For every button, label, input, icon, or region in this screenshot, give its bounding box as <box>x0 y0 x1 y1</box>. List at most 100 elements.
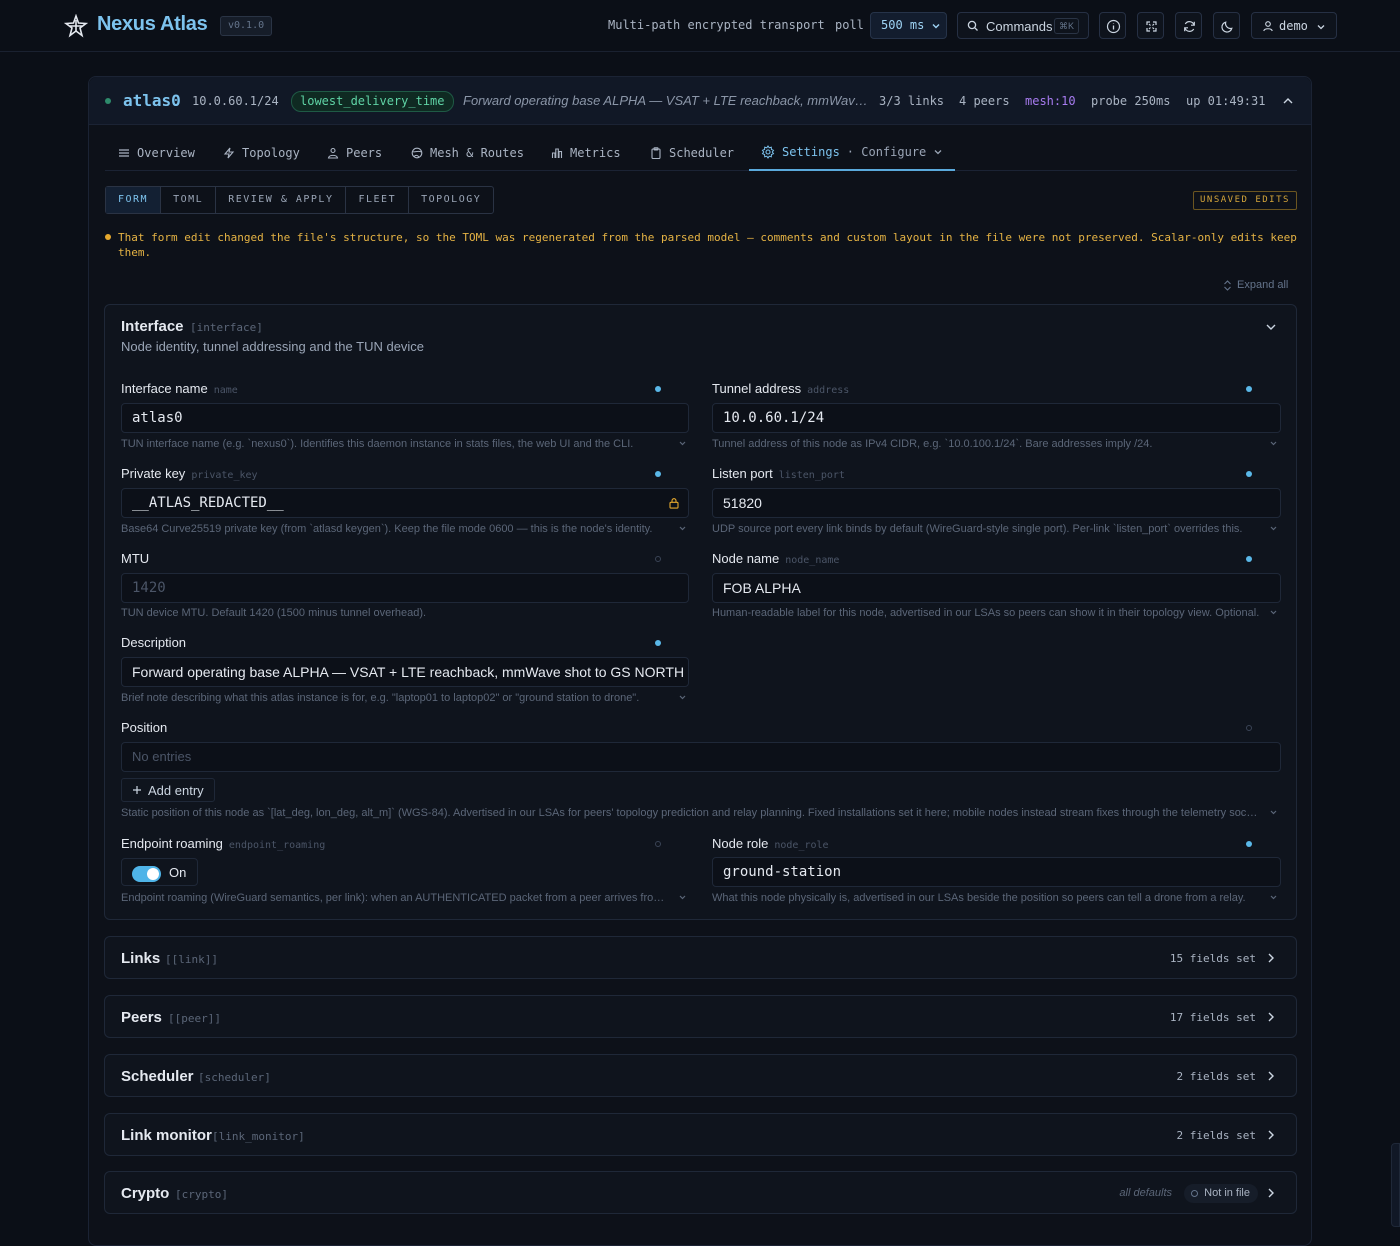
poll-interval-select[interactable]: 500 ms <box>870 12 947 39</box>
endpoint-roaming-toggle[interactable]: On <box>121 858 198 886</box>
peers-section[interactable]: Peers [[peer]] 17 fields set <box>104 995 1297 1038</box>
private-key-input[interactable]: __ATLAS_REDACTED__ <box>121 488 689 518</box>
info-button[interactable] <box>1099 12 1126 39</box>
chevron-down-icon[interactable] <box>1269 893 1278 902</box>
poll-label: poll <box>835 18 864 32</box>
instance-header[interactable]: atlas0 10.0.60.1/24 lowest_delivery_time… <box>89 77 1311 125</box>
add-entry-label: Add entry <box>148 782 204 798</box>
description-help: Brief note describing what this atlas in… <box>121 692 640 704</box>
not-in-file-badge: Not in file <box>1184 1184 1258 1203</box>
field-set-indicator <box>1246 471 1252 477</box>
tab-settings[interactable]: Settings · Configure <box>749 135 956 171</box>
interface-name-input[interactable]: atlas0 <box>121 403 689 433</box>
tunnel-address-input[interactable]: 10.0.60.1/24 <box>712 403 1281 433</box>
toggle-knob <box>147 868 159 880</box>
crypto-section[interactable]: Crypto [crypto] all defaults Not in file <box>104 1171 1297 1214</box>
poll-interval-value: 500 ms <box>881 18 925 32</box>
node-name-help: Human-readable label for this node, adve… <box>712 607 1260 619</box>
fullscreen-button[interactable] <box>1137 12 1164 39</box>
chevron-down-icon <box>933 147 943 157</box>
field-unset-indicator <box>655 556 661 562</box>
subtab-form[interactable]: FORM <box>106 187 162 213</box>
globe-icon <box>411 147 423 159</box>
tab-scheduler[interactable]: Scheduler <box>650 135 734 171</box>
version-badge: v0.1.0 <box>220 16 273 36</box>
node-role-input[interactable]: ground-station <box>712 857 1281 887</box>
private-key-label: Private key private_key <box>121 466 258 481</box>
position-entries: No entries <box>121 742 1281 772</box>
commands-label: Commands <box>986 19 1053 34</box>
expand-all-label: Expand all <box>1237 279 1289 291</box>
tab-label: Metrics <box>570 146 621 160</box>
chevron-down-icon <box>1316 22 1326 32</box>
section-title: Interface <box>121 318 184 335</box>
subtab-topology[interactable]: TOPOLOGY <box>409 187 493 213</box>
scheduler-section[interactable]: Scheduler [scheduler] 2 fields set <box>104 1054 1297 1097</box>
listen-port-input[interactable]: 51820 <box>712 488 1281 518</box>
mtu-label: MTU <box>121 551 150 566</box>
section-key: [link_monitor] <box>212 1130 305 1143</box>
description-input[interactable]: Forward operating base ALPHA — VSAT + LT… <box>121 657 689 687</box>
subtab-fleet[interactable]: FLEET <box>346 187 410 213</box>
theme-toggle-button[interactable] <box>1213 12 1240 39</box>
user-menu-button[interactable]: demo <box>1251 12 1337 39</box>
commands-button[interactable]: Commands ⌘K <box>957 12 1089 39</box>
links-section[interactable]: Links [[link]] 15 fields set <box>104 936 1297 979</box>
top-bar: Nexus Atlas v0.1.0 Multi-path encrypted … <box>0 0 1400 52</box>
app-tagline: Multi-path encrypted transport <box>608 18 825 32</box>
warning-dot <box>105 234 111 240</box>
toggle-state: On <box>169 865 187 880</box>
section-subtitle: Node identity, tunnel addressing and the… <box>121 339 425 354</box>
tab-metrics[interactable]: Metrics <box>551 135 621 171</box>
instance-description: Forward operating base ALPHA — VSAT + LT… <box>463 93 873 108</box>
link-monitor-section[interactable]: Link monitor [link_monitor] 2 fields set <box>104 1113 1297 1156</box>
tab-label: Peers <box>346 146 383 160</box>
chevron-up-icon[interactable] <box>1282 95 1294 107</box>
tab-mesh-routes[interactable]: Mesh & Routes <box>411 135 524 171</box>
section-key: [interface] <box>190 321 263 334</box>
position-help: Static position of this node as `[lat_de… <box>121 807 1259 819</box>
status-dot <box>105 98 111 104</box>
chevron-down-icon[interactable] <box>1265 321 1277 333</box>
chevron-right-icon <box>1266 1070 1276 1082</box>
side-drawer-handle[interactable] <box>1391 1143 1400 1227</box>
fields-set-count: 15 fields set <box>1169 952 1256 965</box>
expand-all-button[interactable]: Expand all <box>1223 279 1288 291</box>
tab-overview[interactable]: Overview <box>118 135 195 171</box>
field-set-indicator <box>1246 556 1252 562</box>
section-key: [[peer]] <box>168 1012 221 1025</box>
toggle-switch[interactable] <box>132 866 161 882</box>
peers-count: 4 peers <box>959 94 1010 108</box>
chevron-down-icon[interactable] <box>678 893 687 902</box>
links-count: 3/3 links <box>879 94 945 108</box>
refresh-button[interactable] <box>1175 12 1202 39</box>
section-title: Link monitor <box>121 1127 212 1144</box>
chevron-down-icon[interactable] <box>1269 524 1278 533</box>
node-name-input[interactable]: FOB ALPHA <box>712 573 1281 603</box>
tab-topology[interactable]: Topology <box>223 135 300 171</box>
mesh-count: mesh:10 <box>1025 94 1076 108</box>
mtu-input[interactable]: 1420 <box>121 573 689 603</box>
field-set-indicator <box>1246 386 1252 392</box>
add-position-entry-button[interactable]: Add entry <box>121 778 215 802</box>
probe-interval: probe 250ms <box>1091 94 1171 108</box>
chevron-down-icon[interactable] <box>678 524 687 533</box>
chevron-down-icon[interactable] <box>1269 439 1278 448</box>
chevron-down-icon[interactable] <box>678 693 687 702</box>
chevron-down-icon[interactable] <box>1269 808 1278 817</box>
mtu-help: TUN device MTU. Default 1420 (1500 minus… <box>121 607 427 619</box>
endpoint-roaming-help: Endpoint roaming (WireGuard semantics, p… <box>121 892 669 904</box>
section-title: Scheduler <box>121 1068 194 1085</box>
listen-port-help: UDP source port every link binds by defa… <box>712 523 1243 535</box>
field-set-indicator <box>655 386 661 392</box>
subtab-review-apply[interactable]: REVIEW & APPLY <box>216 187 347 213</box>
subtab-toml[interactable]: TOML <box>161 187 217 213</box>
instance-name: atlas0 <box>123 91 181 110</box>
expand-icon <box>1223 279 1232 291</box>
chevron-down-icon[interactable] <box>1269 608 1278 617</box>
interface-name-help: TUN interface name (e.g. `nexus0`). Iden… <box>121 438 634 450</box>
field-set-indicator <box>655 471 661 477</box>
tunnel-address-label: Tunnel address address <box>712 381 850 396</box>
chevron-down-icon[interactable] <box>678 439 687 448</box>
tab-peers[interactable]: Peers <box>327 135 382 171</box>
